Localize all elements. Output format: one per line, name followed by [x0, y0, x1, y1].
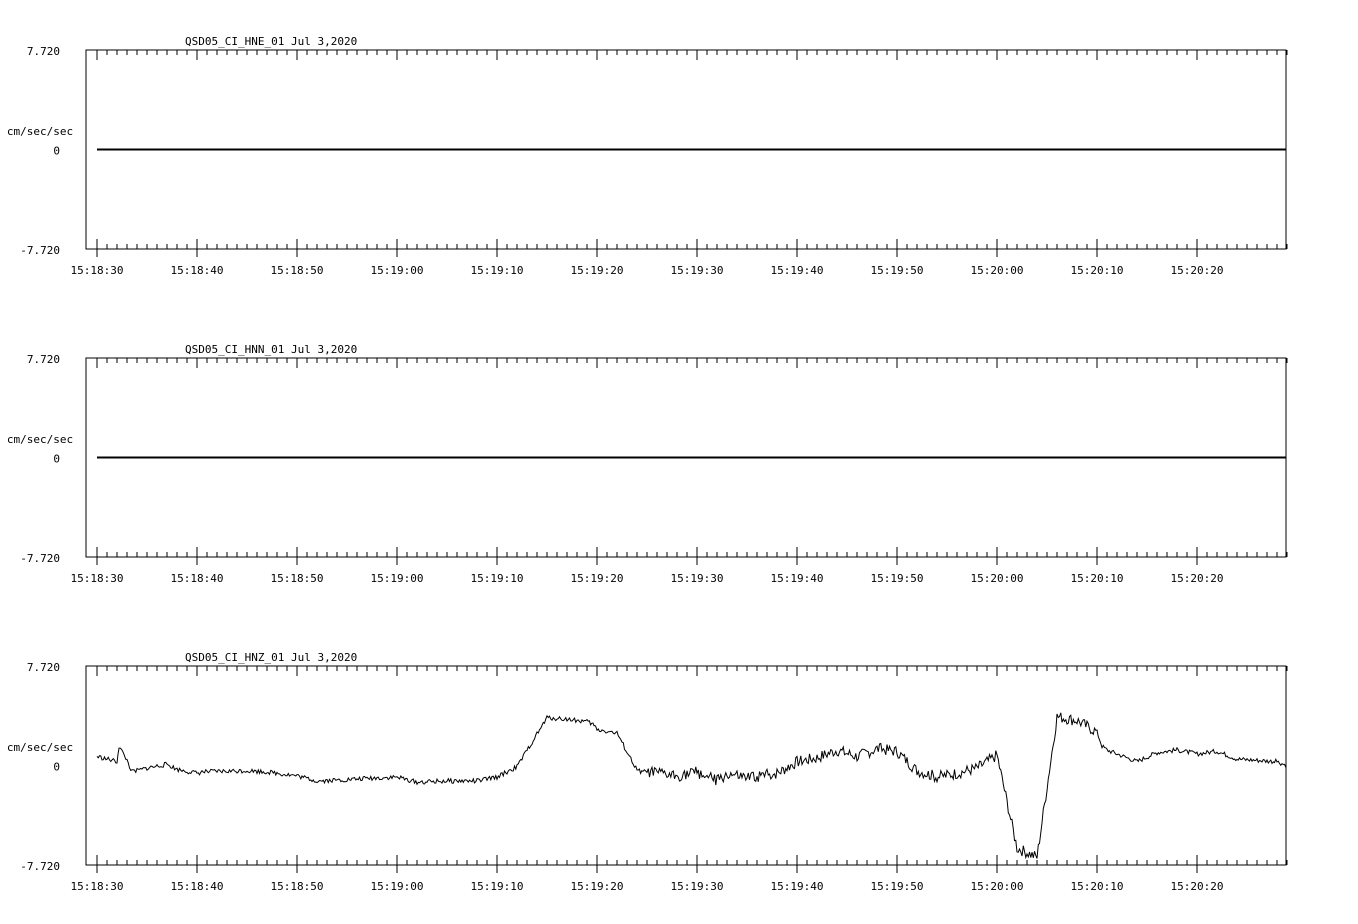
trace-line — [96, 712, 1287, 860]
y-tick-label-zero: 0 — [53, 145, 60, 158]
x-tick-label: 15:19:40 — [771, 880, 824, 893]
y-tick-label-zero: 0 — [53, 453, 60, 466]
y-tick-label-max: 7.720 — [27, 661, 60, 674]
plot-frame — [85, 665, 1287, 866]
x-tick-label: 15:18:40 — [171, 572, 224, 585]
y-tick-label-max: 7.720 — [27, 45, 60, 58]
y-axis-label: cm/sec/sec — [7, 741, 73, 754]
panel-3: QSD05_CI_HNZ_01 Jul 3,2020 7.720 0 -7.720 cm… — [7, 651, 1288, 893]
x-tick-label: 15:19:20 — [571, 880, 624, 893]
x-tick-label: 15:18:40 — [171, 880, 224, 893]
x-tick-label: 15:20:00 — [971, 264, 1024, 277]
x-tick-label: 15:18:30 — [71, 572, 124, 585]
x-tick-label: 15:19:30 — [671, 572, 724, 585]
x-tick-label: 15:19:00 — [371, 880, 424, 893]
x-tick-label: 15:19:00 — [371, 264, 424, 277]
x-tick-label: 15:18:30 — [71, 264, 124, 277]
panel-2: QSD05_CI_HNN_01 Jul 3,2020 7.720 0 -7.720 cm… — [7, 343, 1288, 585]
x-tick-label: 15:20:00 — [971, 880, 1024, 893]
x-tick-label: 15:20:10 — [1071, 880, 1124, 893]
x-tick-label: 15:19:50 — [871, 264, 924, 277]
x-tick-label: 15:19:50 — [871, 880, 924, 893]
x-tick-label: 15:20:10 — [1071, 572, 1124, 585]
seismogram-plots: QSD05_CI_HNE_01 Jul 3,2020 7.720 0 -7.720 cm… — [7, 35, 1288, 893]
x-tick-label: 15:20:20 — [1171, 572, 1224, 585]
y-tick-label-min: -7.720 — [20, 244, 60, 257]
x-tick-label: 15:19:40 — [771, 264, 824, 277]
x-tick-label: 15:19:50 — [871, 572, 924, 585]
y-tick-label-max: 7.720 — [27, 353, 60, 366]
y-tick-label-min: -7.720 — [20, 552, 60, 565]
x-tick-label: 15:19:10 — [471, 264, 524, 277]
panel-title: QSD05_CI_HNE_01 Jul 3,2020 — [185, 35, 357, 48]
y-tick-label-zero: 0 — [53, 761, 60, 774]
panel-title: QSD05_CI_HNZ_01 Jul 3,2020 — [185, 651, 357, 664]
x-tick-label: 15:18:40 — [171, 264, 224, 277]
x-tick-label: 15:18:50 — [271, 572, 324, 585]
y-axis-label: cm/sec/sec — [7, 125, 73, 138]
x-tick-label: 15:19:20 — [571, 572, 624, 585]
x-tick-label: 15:19:20 — [571, 264, 624, 277]
x-tick-label: 15:18:50 — [271, 264, 324, 277]
x-tick-label: 15:19:00 — [371, 572, 424, 585]
x-tick-label: 15:19:40 — [771, 572, 824, 585]
x-tick-label: 15:20:00 — [971, 572, 1024, 585]
x-tick-label: 15:19:10 — [471, 572, 524, 585]
x-tick-label: 15:19:30 — [671, 880, 724, 893]
x-tick-label: 15:19:30 — [671, 264, 724, 277]
panel-title: QSD05_CI_HNN_01 Jul 3,2020 — [185, 343, 357, 356]
x-tick-label: 15:20:20 — [1171, 264, 1224, 277]
x-tick-label: 15:18:30 — [71, 880, 124, 893]
panel-1: QSD05_CI_HNE_01 Jul 3,2020 7.720 0 -7.720 cm… — [7, 35, 1288, 277]
x-tick-label: 15:20:10 — [1071, 264, 1124, 277]
x-tick-label: 15:19:10 — [471, 880, 524, 893]
x-tick-label: 15:18:50 — [271, 880, 324, 893]
x-tick-label: 15:20:20 — [1171, 880, 1224, 893]
y-axis-label: cm/sec/sec — [7, 433, 73, 446]
y-tick-label-min: -7.720 — [20, 860, 60, 873]
